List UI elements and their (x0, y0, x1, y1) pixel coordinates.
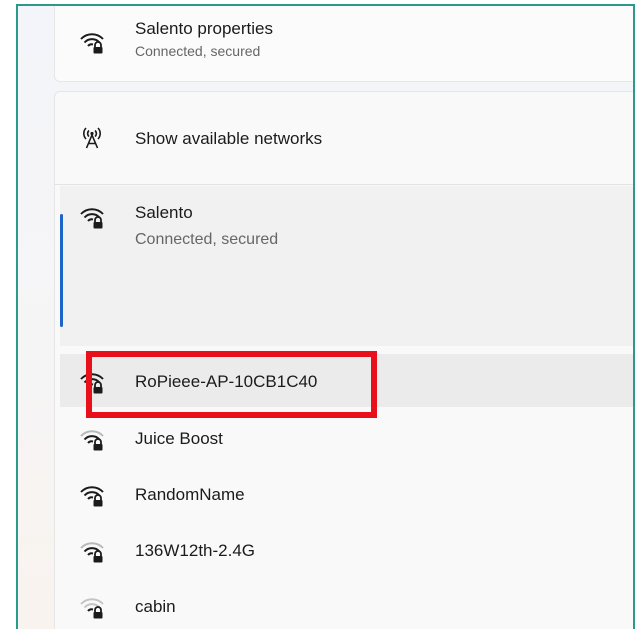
network-item-juice-boost[interactable]: Juice Boost (60, 414, 633, 464)
network-properties-title: Salento properties (135, 19, 273, 38)
network-flyout: Salento properties Connected, secured Sh… (16, 4, 635, 629)
network-name: Juice Boost (135, 429, 223, 448)
network-properties-status: Connected, secured (135, 43, 261, 59)
network-name: 136W12th-2.4G (135, 541, 256, 560)
antenna-icon (79, 125, 105, 149)
highlight-box (86, 351, 377, 418)
wifi-secured-icon (79, 539, 105, 563)
network-item-cabin[interactable]: cabin (60, 582, 633, 629)
network-item-136w12th[interactable]: 136W12th-2.4G (60, 526, 633, 576)
wifi-secured-icon (79, 483, 105, 507)
connected-network-status: Connected, secured (135, 231, 279, 248)
divider (54, 184, 633, 185)
network-item-randomname[interactable]: RandomName (60, 470, 633, 520)
wifi-secured-icon (79, 427, 105, 451)
network-name: cabin (135, 597, 176, 616)
show-available-networks-label: Show available networks (135, 129, 323, 148)
wifi-secured-icon (79, 595, 105, 619)
wifi-secured-icon (79, 30, 105, 54)
connected-network-name: Salento (135, 203, 193, 222)
network-name: RandomName (135, 485, 245, 504)
wifi-secured-icon (79, 205, 105, 229)
selection-indicator (60, 214, 63, 327)
